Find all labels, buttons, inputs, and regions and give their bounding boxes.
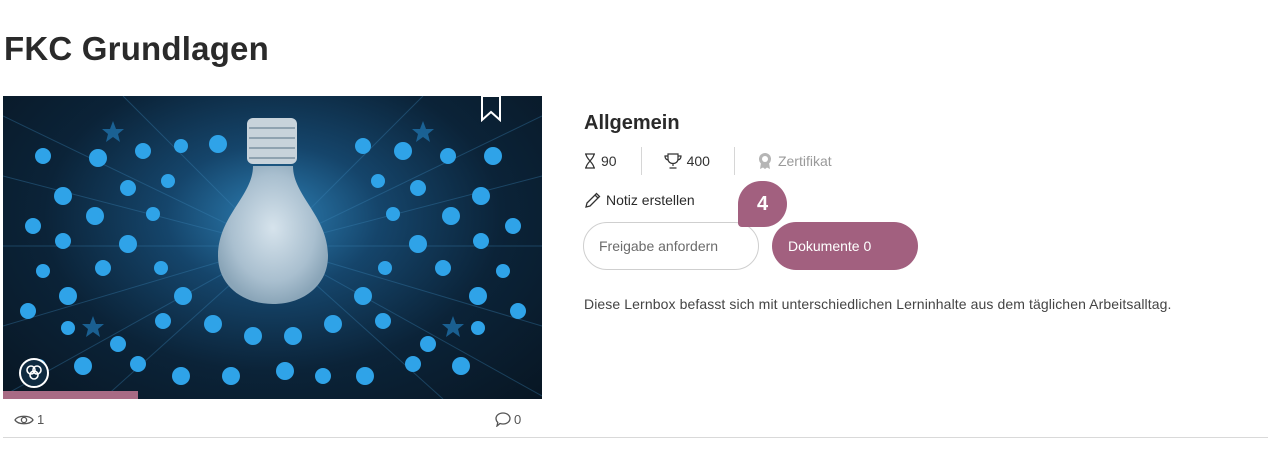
certificate-label: Zertifikat xyxy=(777,153,832,169)
points-value: 400 xyxy=(686,153,710,169)
request-access-label: Freigabe anfordern xyxy=(599,238,719,254)
hourglass-icon xyxy=(585,153,595,169)
documents-label: Dokumente 0 xyxy=(788,238,872,254)
step-badge: 4 xyxy=(738,181,787,227)
views-count: 1 xyxy=(14,412,44,427)
page-title: FKC Grundlagen xyxy=(4,30,269,67)
category-icon xyxy=(19,358,49,388)
bookmark-icon[interactable] xyxy=(480,96,502,122)
duration: 90 xyxy=(584,153,641,169)
create-note-label: Notiz erstellen xyxy=(606,192,695,208)
pencil-icon xyxy=(585,192,601,208)
meta-separator xyxy=(733,147,735,175)
views-value: 1 xyxy=(37,412,45,427)
course-progress-bar xyxy=(3,391,542,399)
comments-value: 0 xyxy=(514,412,522,427)
divider xyxy=(3,437,1268,438)
documents-button[interactable]: Dokumente 0 xyxy=(772,222,918,270)
certificate: Zertifikat xyxy=(757,152,856,170)
comment-icon xyxy=(495,412,511,427)
comments-count[interactable]: 0 xyxy=(495,412,521,427)
progress-fill xyxy=(3,391,138,399)
eye-icon xyxy=(14,415,34,424)
course-description: Diese Lernbox befasst sich mit unterschi… xyxy=(584,296,1172,312)
request-access-button[interactable]: Freigabe anfordern xyxy=(583,222,759,270)
section-title: Allgemein xyxy=(584,112,680,134)
trophy-icon xyxy=(663,153,682,169)
meta-separator xyxy=(640,147,642,175)
lightbulb-illustration xyxy=(3,96,542,399)
certificate-icon xyxy=(758,153,771,169)
course-image[interactable] xyxy=(3,96,542,399)
create-note-link[interactable]: Notiz erstellen xyxy=(584,191,695,209)
points: 400 xyxy=(663,153,734,169)
course-meta: 90 400 Zertifikat xyxy=(584,146,856,176)
duration-value: 90 xyxy=(601,153,617,169)
